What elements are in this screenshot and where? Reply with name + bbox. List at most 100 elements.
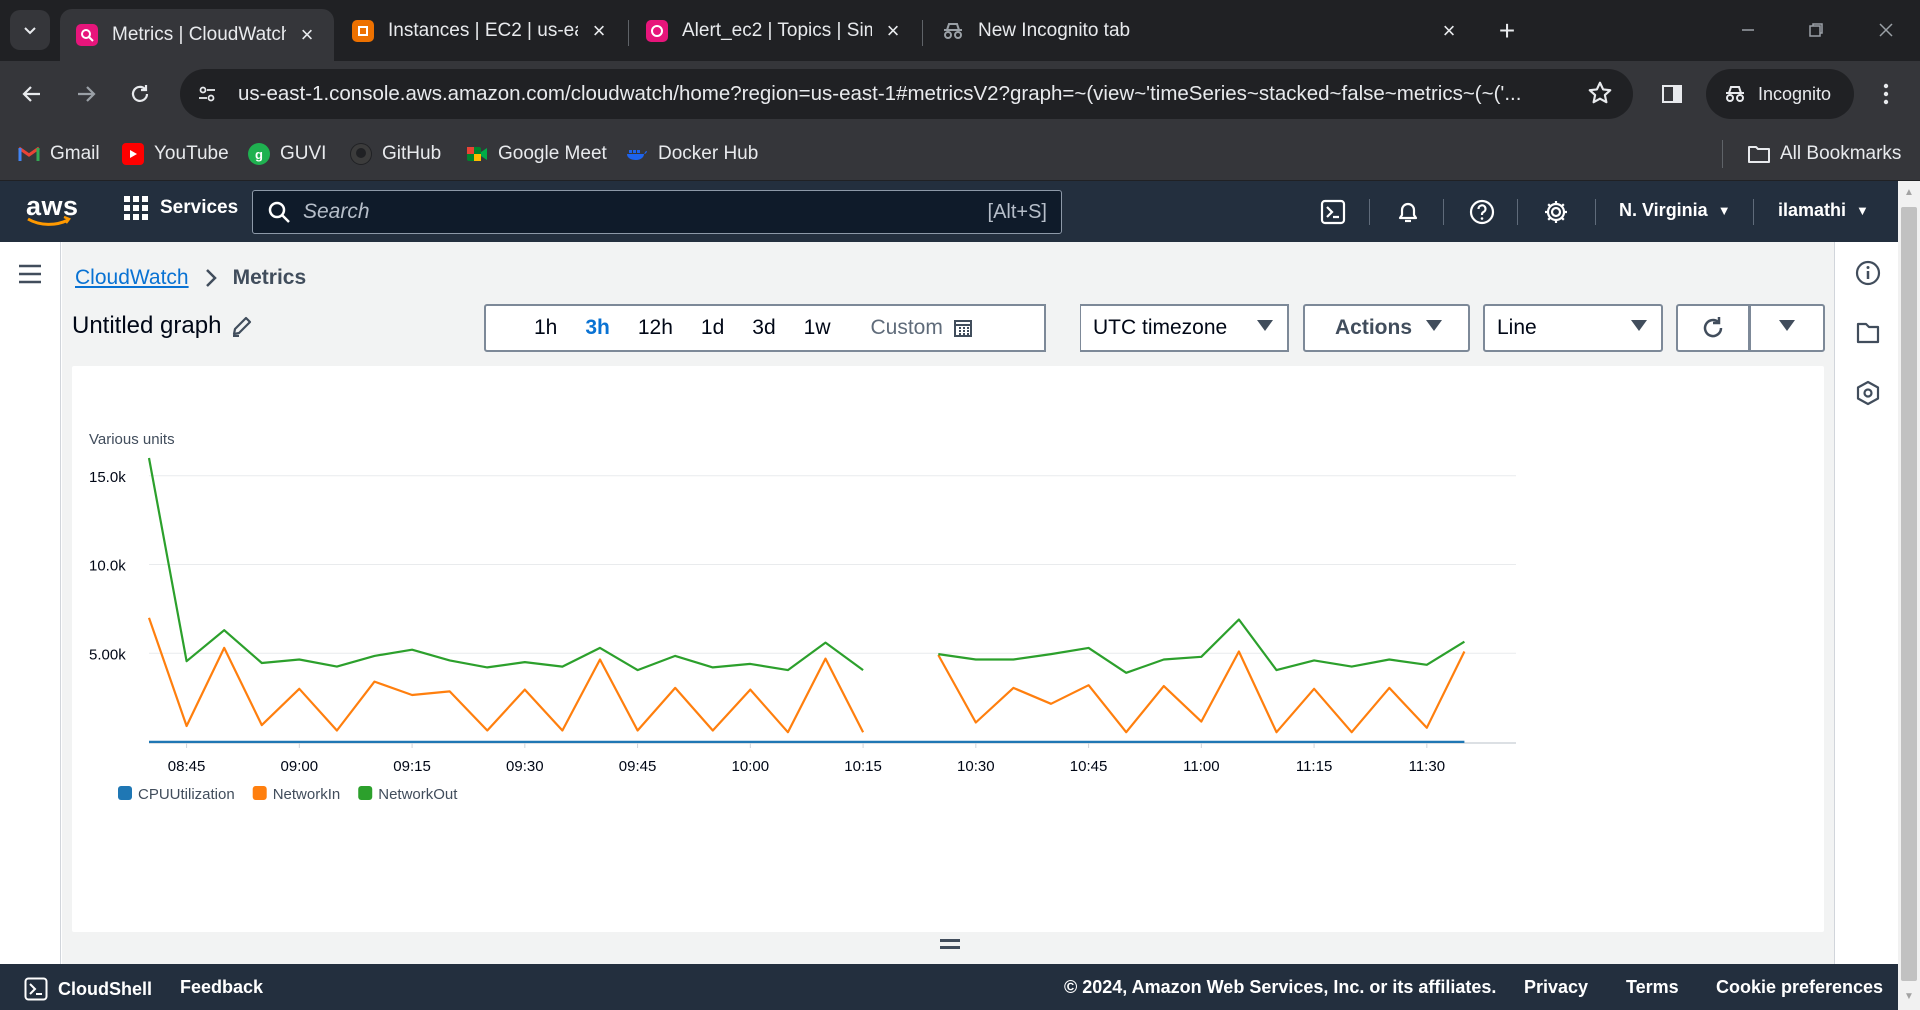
custom-range-label: Custom bbox=[870, 316, 943, 339]
url-text: us-east-1.console.aws.amazon.com/cloudwa… bbox=[238, 82, 1522, 105]
feedback-link[interactable]: Feedback bbox=[180, 977, 263, 998]
site-info-icon[interactable] bbox=[184, 71, 230, 117]
series-line-networkout[interactable] bbox=[938, 618, 1465, 674]
range-1w-button[interactable]: 1w bbox=[790, 306, 845, 350]
series-line-networkin[interactable] bbox=[147, 617, 865, 734]
x-tick-label: 09:45 bbox=[619, 758, 657, 775]
minimize-window-icon[interactable] bbox=[1728, 12, 1768, 48]
terms-link[interactable]: Terms bbox=[1626, 977, 1679, 998]
actions-label: Actions bbox=[1335, 316, 1413, 339]
aws-search-input[interactable] bbox=[303, 200, 963, 224]
refresh-icon bbox=[1703, 317, 1723, 338]
cloudshell-footer-button[interactable]: CloudShell bbox=[24, 977, 152, 1001]
cookie-preferences-link[interactable]: Cookie preferences bbox=[1716, 977, 1883, 998]
aws-logo[interactable]: aws bbox=[26, 191, 79, 226]
close-tab-icon[interactable]: × bbox=[296, 24, 318, 46]
hexagon-settings-icon[interactable] bbox=[1855, 380, 1881, 406]
youtube-icon bbox=[122, 143, 144, 165]
refresh-button[interactable] bbox=[1676, 304, 1750, 352]
reload-icon[interactable] bbox=[118, 72, 162, 116]
graph-title-editable[interactable]: Untitled graph bbox=[72, 312, 253, 340]
breadcrumb-cloudwatch-link[interactable]: CloudWatch bbox=[75, 266, 189, 290]
metrics-line-chart[interactable]: Various units 5.00k 10.0k 15.0k 08:45 09:00 09… bbox=[72, 366, 1824, 932]
all-bookmarks-button[interactable]: All Bookmarks bbox=[1748, 139, 1901, 169]
address-bar[interactable]: us-east-1.console.aws.amazon.com/cloudwa… bbox=[180, 69, 1633, 119]
cloudshell-icon[interactable] bbox=[1316, 195, 1350, 229]
bookmark-guvi[interactable]: g GUVI bbox=[248, 139, 326, 169]
new-tab-plus-icon[interactable]: + bbox=[1490, 14, 1524, 48]
caret-down-icon bbox=[1257, 320, 1273, 331]
forward-arrow-icon[interactable] bbox=[64, 72, 108, 116]
notifications-bell-icon[interactable] bbox=[1391, 195, 1425, 229]
caret-down-icon bbox=[1779, 320, 1795, 331]
timezone-select[interactable]: UTC timezone bbox=[1080, 304, 1289, 352]
settings-gear-icon[interactable] bbox=[1539, 195, 1573, 229]
browser-menu-icon[interactable] bbox=[1864, 72, 1908, 116]
range-3h-button[interactable]: 3h bbox=[571, 306, 624, 350]
aws-search-box[interactable]: [Alt+S] bbox=[252, 190, 1062, 234]
bookmarks-divider bbox=[1722, 140, 1723, 168]
bookmark-gmail[interactable]: Gmail bbox=[18, 139, 100, 169]
restore-window-icon[interactable] bbox=[1796, 12, 1836, 48]
incognito-profile-button[interactable]: Incognito bbox=[1706, 69, 1854, 119]
actions-dropdown-button[interactable]: Actions bbox=[1303, 304, 1470, 352]
range-1h-button[interactable]: 1h bbox=[520, 306, 571, 350]
back-arrow-icon[interactable] bbox=[10, 72, 54, 116]
aws-logo-text: aws bbox=[26, 191, 79, 221]
close-window-icon[interactable] bbox=[1866, 12, 1906, 48]
bookmark-docker-hub[interactable]: Docker Hub bbox=[626, 139, 758, 169]
scroll-down-arrow-icon[interactable]: ▼ bbox=[1904, 991, 1914, 1002]
chart-type-select[interactable]: Line bbox=[1483, 304, 1663, 352]
x-tick-label: 09:00 bbox=[281, 758, 319, 775]
edit-pencil-icon[interactable] bbox=[231, 315, 253, 337]
hamburger-menu-icon[interactable] bbox=[18, 264, 42, 284]
panel-resize-handle[interactable] bbox=[940, 939, 960, 953]
bookmark-google-meet[interactable]: Google Meet bbox=[466, 139, 607, 169]
custom-range-button[interactable]: Custom bbox=[857, 306, 987, 350]
services-menu-button[interactable]: Services bbox=[124, 196, 238, 220]
region-label: N. Virginia bbox=[1619, 200, 1708, 220]
gmail-icon bbox=[18, 143, 40, 165]
privacy-link[interactable]: Privacy bbox=[1524, 977, 1588, 998]
graph-title: Untitled graph bbox=[72, 312, 222, 339]
services-grid-icon bbox=[124, 196, 148, 220]
info-icon[interactable] bbox=[1855, 260, 1881, 286]
page-scrollbar[interactable]: ▲ ▼ bbox=[1898, 181, 1920, 1010]
legend-swatch-networkin[interactable] bbox=[252, 786, 267, 800]
range-1d-button[interactable]: 1d bbox=[687, 306, 738, 350]
close-tab-icon[interactable]: × bbox=[1438, 20, 1460, 42]
caret-down-icon: ▼ bbox=[1717, 203, 1731, 218]
bookmark-star-icon[interactable] bbox=[1587, 80, 1613, 106]
help-icon[interactable] bbox=[1465, 195, 1499, 229]
main-content: CloudWatch Metrics Untitled graph 1h 3h … bbox=[62, 242, 1834, 964]
scrollbar-thumb[interactable] bbox=[1901, 207, 1917, 981]
tab-cloudwatch-metrics[interactable]: Metrics | CloudWatch | us-east-1 × bbox=[60, 9, 334, 61]
tab-search-button[interactable] bbox=[10, 10, 50, 50]
x-tick-label: 09:15 bbox=[393, 758, 431, 775]
browser-toolbar: us-east-1.console.aws.amazon.com/cloudwa… bbox=[0, 61, 1920, 127]
sns-favicon-icon bbox=[646, 20, 668, 42]
close-tab-icon[interactable]: × bbox=[588, 20, 610, 42]
tab-sns-topics[interactable]: Alert_ec2 | Topics | Simple Notification… bbox=[630, 7, 920, 55]
region-selector[interactable]: N. Virginia ▼ bbox=[1619, 200, 1731, 221]
legend-swatch-cpuutilization[interactable] bbox=[118, 786, 132, 800]
bookmark-label: Google Meet bbox=[498, 143, 607, 164]
tab-ec2-instances[interactable]: Instances | EC2 | us-east-1 × bbox=[336, 7, 626, 55]
scroll-up-arrow-icon[interactable]: ▲ bbox=[1904, 187, 1914, 198]
close-tab-icon[interactable]: × bbox=[882, 20, 904, 42]
legend-swatch-networkout[interactable] bbox=[358, 786, 373, 800]
refresh-options-dropdown[interactable] bbox=[1749, 304, 1825, 352]
series-line-networkin[interactable] bbox=[937, 650, 1466, 734]
bookmark-youtube[interactable]: YouTube bbox=[122, 139, 229, 169]
guvi-icon: g bbox=[248, 143, 270, 165]
account-menu[interactable]: ilamathi ▼ bbox=[1778, 200, 1869, 221]
tab-new-incognito[interactable]: New Incognito tab × bbox=[926, 7, 1476, 55]
file-icon[interactable] bbox=[1855, 320, 1881, 346]
side-panel-icon[interactable] bbox=[1650, 72, 1694, 116]
bookmark-github[interactable]: GitHub bbox=[350, 139, 441, 169]
range-12h-button[interactable]: 12h bbox=[624, 306, 687, 350]
all-bookmarks-label: All Bookmarks bbox=[1780, 143, 1902, 164]
range-3d-button[interactable]: 3d bbox=[738, 306, 789, 350]
nav-divider bbox=[1517, 199, 1518, 225]
tab-title: Instances | EC2 | us-east-1 bbox=[388, 20, 578, 41]
